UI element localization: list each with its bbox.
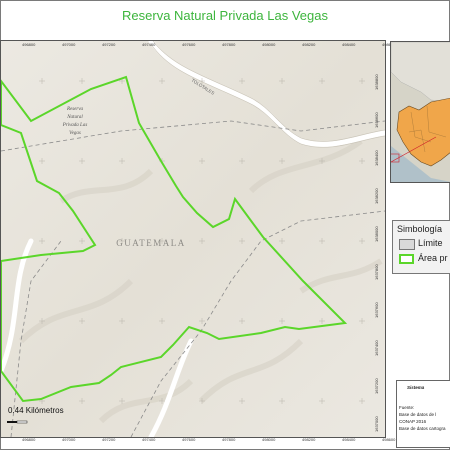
reserve-label-line-3: Privada Las	[62, 123, 88, 128]
reserve-label-line-4: Vegas	[69, 131, 81, 136]
main-map[interactable]: Reserva Natural Privada Las Vegas GUATEM…	[0, 40, 386, 438]
x-tick-label: 497400	[142, 437, 156, 442]
x-tick-label: 498000	[262, 42, 276, 47]
x-tick-label: 498400	[342, 42, 356, 47]
legend-swatch-limit	[399, 239, 415, 250]
x-tick-label: 498600	[382, 437, 396, 442]
x-tick-label: 497000	[62, 437, 76, 442]
map-title: Reserva Natural Privada Las Vegas	[122, 8, 328, 23]
sources-line-3: CONAP 2016	[399, 419, 427, 424]
y-tick-label: 1638200	[374, 188, 379, 204]
x-tick-label: 497600	[182, 42, 196, 47]
legend-item-protected-area: Área pr	[399, 253, 450, 264]
legend-title: Simbología	[397, 224, 443, 234]
x-tick-label: 497800	[222, 437, 236, 442]
x-tick-label: 497800	[222, 42, 236, 47]
legend-label-protected-area: Área pr	[418, 253, 448, 263]
x-tick-label: 498400	[342, 437, 356, 442]
sources-line-2: Base de datos de l	[399, 412, 437, 417]
x-tick-label: 496800	[22, 42, 36, 47]
x-tick-label: 498000	[262, 437, 276, 442]
legend: Simbología Límite Área pr	[392, 220, 450, 274]
sources-heading: Sistema	[407, 385, 425, 390]
reserve-label-line-1: Reserva	[66, 107, 84, 112]
legend-item-limit: Límite	[399, 238, 450, 250]
x-tick-label: 497200	[102, 42, 116, 47]
y-tick-label: 1637200	[374, 378, 379, 394]
x-tick-label: 497000	[62, 42, 76, 47]
y-tick-label: 1637400	[374, 340, 379, 356]
country-label: GUATEMALA	[116, 238, 186, 248]
y-tick-label: 1637800	[374, 264, 379, 280]
y-tick-label: 1637000	[374, 416, 379, 432]
terrain-map: Reserva Natural Privada Las Vegas GUATEM…	[1, 41, 385, 437]
y-tick-label: 1638000	[374, 226, 379, 242]
x-tick-label: 497600	[182, 437, 196, 442]
x-tick-label: 498200	[302, 437, 316, 442]
reserve-label-line-2: Natural	[66, 115, 83, 120]
y-tick-label: 1638600	[374, 112, 379, 128]
scale-label: 0.44 Kilómetros	[8, 406, 64, 415]
scale-bar	[7, 420, 28, 424]
y-tick-label: 1637600	[374, 302, 379, 318]
y-tick-label: 1638400	[374, 150, 379, 166]
x-tick-label: 497400	[142, 42, 156, 47]
legend-label-limit: Límite	[418, 238, 443, 248]
inset-map-graphic	[391, 42, 450, 182]
inset-map[interactable]	[390, 41, 450, 183]
sources-line-1: Fuente:	[399, 405, 415, 410]
terrain-background	[1, 41, 385, 437]
legend-swatch-protected-area	[399, 254, 414, 264]
sources-line-4: Base de datos cartogra	[399, 426, 446, 431]
y-tick-label: 1638800	[374, 74, 379, 90]
x-tick-label: 496800	[22, 437, 36, 442]
x-tick-label: 497200	[102, 437, 116, 442]
x-tick-label: 498200	[302, 42, 316, 47]
sources-box: Sistema Fuente: Base de datos de l CONAP…	[396, 380, 450, 448]
